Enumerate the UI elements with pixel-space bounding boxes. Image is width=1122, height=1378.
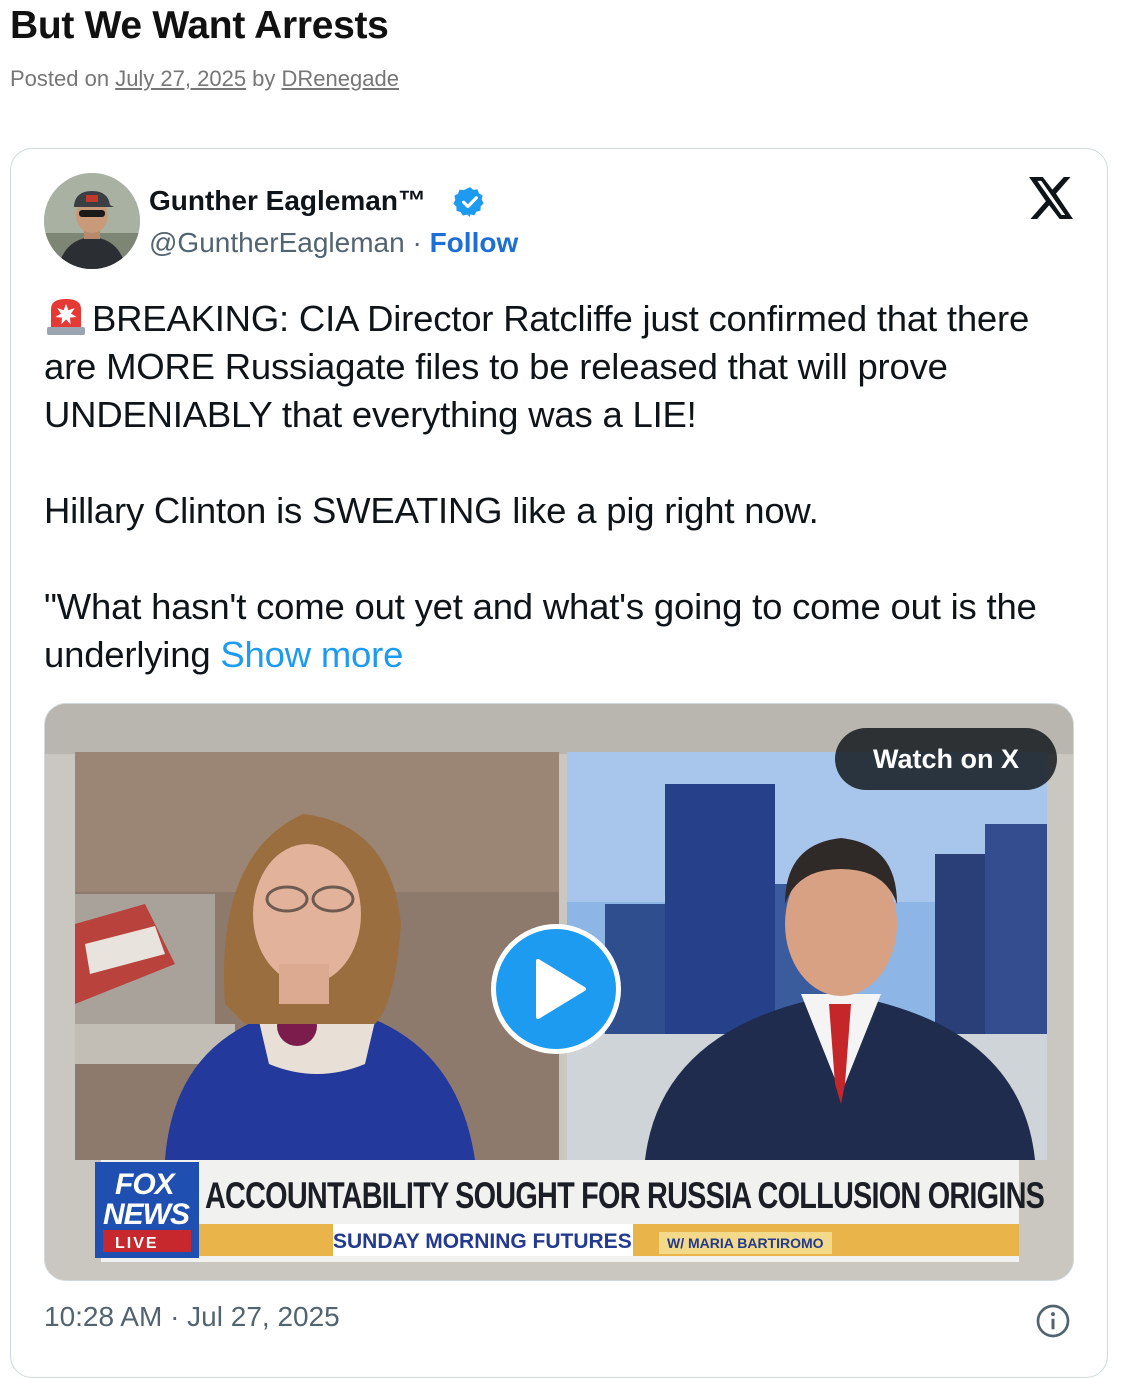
info-icon[interactable] <box>1035 1303 1071 1339</box>
tweet-text-line-2: Hillary Clinton is SWEATING like a pig r… <box>44 490 819 531</box>
tweet-text-line-3: "What hasn't come out yet and what's goi… <box>44 586 1037 675</box>
tweet-paragraph-1: BREAKING: CIA Director Ratcliffe just co… <box>44 295 1084 439</box>
live-badge: LIVE <box>115 1235 159 1252</box>
handle-row: @GuntherEagleman · Follow <box>149 227 518 259</box>
play-button[interactable] <box>491 924 621 1054</box>
verified-badge-icon <box>453 187 484 217</box>
tweet-timestamp[interactable]: 10:28 AM · Jul 27, 2025 <box>44 1301 340 1333</box>
chyron-show-name: SUNDAY MORNING FUTURES <box>333 1230 632 1253</box>
tweet-paragraph-3: "What hasn't come out yet and what's goi… <box>44 583 1084 679</box>
post-author-link[interactable]: DRenegade <box>282 66 399 91</box>
chyron-host: W/ MARIA BARTIROMO <box>659 1232 832 1254</box>
embedded-tweet[interactable]: Gunther Eagleman™ @GuntherEagleman · Fol… <box>10 148 1108 1378</box>
avatar[interactable] <box>44 173 140 269</box>
post-title: But We Want Arrests <box>10 4 389 47</box>
tweet-paragraph-2: Hillary Clinton is SWEATING like a pig r… <box>44 487 1084 535</box>
tweet-text-line-1: BREAKING: CIA Director Ratcliffe just co… <box>44 298 1030 435</box>
network-logo-top: FOX <box>115 1168 175 1201</box>
follow-link[interactable]: Follow <box>430 227 519 258</box>
video-player[interactable]: FOX NEWS LIVE ACCOUNTABILITY SOUGHT FOR … <box>44 703 1074 1281</box>
chyron-headline: ACCOUNTABILITY SOUGHT FOR RUSSIA COLLUSI… <box>205 1175 1045 1216</box>
tweet-text: BREAKING: CIA Director Ratcliffe just co… <box>44 295 1084 679</box>
separator: · <box>404 227 430 258</box>
show-more-link[interactable]: Show more <box>220 634 403 675</box>
network-logo-bottom: NEWS <box>103 1198 190 1231</box>
author-handle[interactable]: @GuntherEagleman <box>149 227 405 258</box>
author-name[interactable]: Gunther Eagleman™ <box>149 185 426 217</box>
by-label: by <box>246 66 282 91</box>
avatar-photo <box>44 173 140 269</box>
post-date-link[interactable]: July 27, 2025 <box>115 66 246 91</box>
posted-on-label: Posted on <box>10 66 116 91</box>
rotating-light-emoji <box>47 299 85 335</box>
play-icon <box>536 959 586 1019</box>
post-meta: Posted on July 27, 2025 by DRenegade <box>10 66 399 92</box>
x-logo-icon[interactable] <box>1029 177 1075 219</box>
watch-on-x-button[interactable]: Watch on X <box>835 728 1057 790</box>
